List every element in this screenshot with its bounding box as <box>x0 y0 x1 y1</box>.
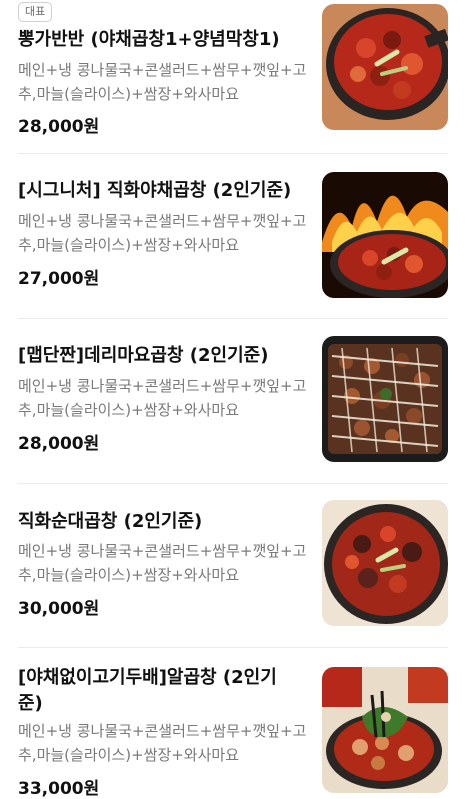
menu-item[interactable]: 직화순대곱창 (2인기준) 메인+냉 콩나물국+콘샐러드+쌈무+깻잎+고추,마늘… <box>0 494 466 644</box>
divider <box>18 153 448 154</box>
menu-item-photo <box>322 336 448 462</box>
menu-item[interactable]: [맵단짠]데리마요곱창 (2인기준) 메인+냉 콩나물국+콘샐러드+쌈무+깻잎+… <box>0 330 466 480</box>
divider <box>18 318 448 319</box>
menu-item-photo <box>322 4 448 130</box>
menu-item-description: 메인+냉 콩나물국+콘샐러드+쌈무+깻잎+고추,마늘(슬라이스)+쌈장+와사마요 <box>18 212 307 254</box>
menu-item-name: [시그니처] 직화야채곱창 (2인기준) <box>18 180 292 201</box>
menu-item-price: 27,000원 <box>18 269 100 289</box>
menu-item-price: 28,000원 <box>18 117 100 137</box>
menu-item[interactable]: [야채없이고기두배]알곱창 (2인기준) 메인+냉 콩나물국+콘샐러드+쌈무+깻… <box>0 658 466 799</box>
menu-item-name: [맵단짠]데리마요곱창 (2인기준) <box>18 345 269 366</box>
menu-item-description: 메인+냉 콩나물국+콘샐러드+쌈무+깻잎+고추,마늘(슬라이스)+쌈장+와사마요 <box>18 61 307 103</box>
menu-item-name: 뽕가반반 (야채곱창1+양념막창1) <box>18 29 280 50</box>
divider <box>18 483 448 484</box>
menu-list: 대표 뽕가반반 (야채곱창1+양념막창1) 메인+냉 콩나물국+콘샐러드+쌈무+… <box>0 0 466 799</box>
menu-item-name: [야채없이고기두배]알곱창 (2인기준) <box>18 667 277 714</box>
menu-item-name: 직화순대곱창 (2인기준) <box>18 511 203 532</box>
menu-item-price: 33,000원 <box>18 779 100 799</box>
menu-item-description: 메인+냉 콩나물국+콘샐러드+쌈무+깻잎+고추,마늘(슬라이스)+쌈장+와사마요 <box>18 542 307 584</box>
divider <box>18 647 448 648</box>
menu-item-photo <box>322 667 448 793</box>
menu-item-description: 메인+냉 콩나물국+콘샐러드+쌈무+깻잎+고추,마늘(슬라이스)+쌈장+와사마요 <box>18 377 307 419</box>
menu-item-photo <box>322 500 448 626</box>
menu-item-price: 28,000원 <box>18 434 100 454</box>
menu-item[interactable]: [시그니처] 직화야채곱창 (2인기준) 메인+냉 콩나물국+콘샐러드+쌈무+깻… <box>0 166 466 316</box>
menu-item-photo <box>322 172 448 298</box>
menu-item-description: 메인+냉 콩나물국+콘샐러드+쌈무+깻잎+고추,마늘(슬라이스)+쌈장+와사마요 <box>18 722 307 764</box>
representative-badge: 대표 <box>18 2 53 22</box>
menu-item-price: 30,000원 <box>18 599 100 619</box>
menu-item[interactable]: 대표 뽕가반반 (야채곱창1+양념막창1) 메인+냉 콩나물국+콘샐러드+쌈무+… <box>0 0 466 150</box>
